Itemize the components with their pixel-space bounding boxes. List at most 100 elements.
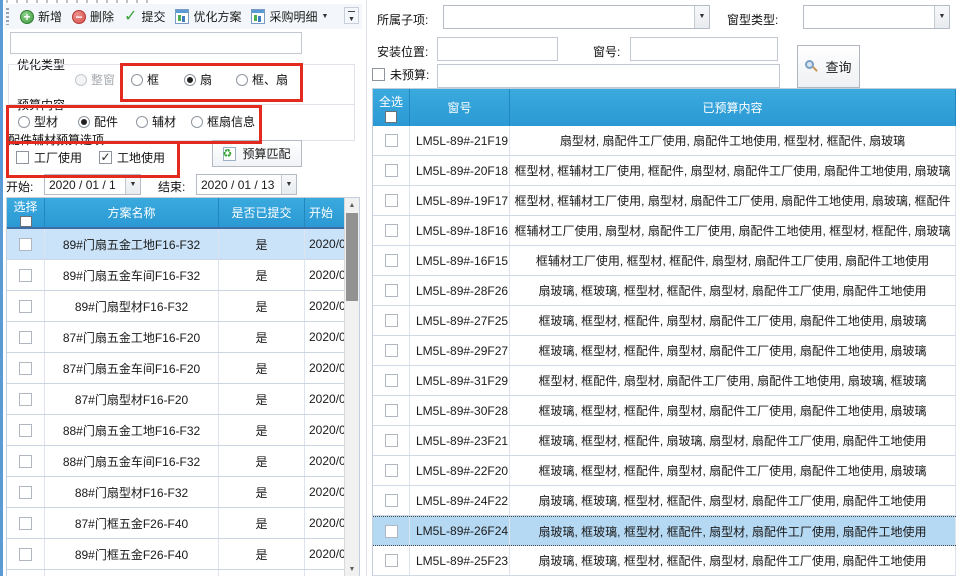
query-button[interactable]: 查询: [797, 45, 860, 88]
plan-table-row[interactable]: 88#门扇五金工地F16-F32是2020/0: [7, 415, 359, 446]
row-checkbox[interactable]: [19, 517, 32, 530]
row-checkbox[interactable]: [385, 525, 398, 538]
window-table-row[interactable]: LM5L-89#-24F22扇玻璃, 框玻璃, 框型材, 框配件, 扇型材, 扇…: [373, 486, 956, 516]
scroll-up-icon[interactable]: ▲: [345, 198, 359, 213]
plan-table-row[interactable]: 87#门扇型材F16-F20是2020/0: [7, 384, 359, 415]
row-checkbox[interactable]: [385, 344, 398, 357]
row-checkbox[interactable]: [385, 284, 398, 297]
panel-splitter[interactable]: [366, 0, 367, 576]
scroll-down-icon[interactable]: ▼: [345, 562, 359, 576]
window-no-header[interactable]: 窗号: [410, 89, 510, 126]
row-checkbox[interactable]: [19, 269, 32, 282]
row-checkbox[interactable]: [19, 455, 32, 468]
radio-sash[interactable]: 扇: [184, 71, 212, 88]
window-table-row[interactable]: LM5L-89#-22F20框玻璃, 框型材, 框配件, 扇型材, 扇配件工厂使…: [373, 456, 956, 486]
budgeted-content-header[interactable]: 已预算内容: [510, 89, 956, 126]
row-checkbox[interactable]: [385, 164, 398, 177]
scrollbar-thumb[interactable]: [346, 213, 358, 301]
row-checkbox[interactable]: [385, 554, 398, 567]
dropdown-button[interactable]: ▼: [281, 175, 296, 194]
toolbar-grip-handle[interactable]: [6, 8, 9, 25]
window-table-row[interactable]: LM5L-89#-16F15框辅材工厂使用, 框型材, 框配件, 扇型材, 扇配…: [373, 246, 956, 276]
row-checkbox[interactable]: [19, 362, 32, 375]
add-button[interactable]: + 新增: [15, 6, 67, 27]
window-table-row[interactable]: LM5L-89#-28F26扇玻璃, 框玻璃, 框型材, 框配件, 扇型材, 扇…: [373, 276, 956, 306]
row-checkbox[interactable]: [19, 393, 32, 406]
no-budget-checkbox[interactable]: 未预算:: [372, 66, 429, 83]
dropdown-button[interactable]: ▼: [694, 6, 709, 28]
window-table-row[interactable]: LM5L-89#-26F24扇玻璃, 框玻璃, 框型材, 框配件, 扇型材, 扇…: [373, 516, 956, 546]
site-use-checkbox[interactable]: ✓ 工地使用: [99, 149, 165, 166]
row-checkbox[interactable]: [385, 434, 398, 447]
row-checkbox[interactable]: [19, 486, 32, 499]
row-checkbox[interactable]: [385, 494, 398, 507]
row-checkbox[interactable]: [19, 331, 32, 344]
plan-table-row[interactable]: 87#门扇五金车间F16-F20是2020/0: [7, 353, 359, 384]
window-table-row[interactable]: LM5L-89#-18F16框辅材工厂使用, 扇型材, 扇配件工厂使用, 扇配件…: [373, 216, 956, 246]
row-checkbox[interactable]: [385, 404, 398, 417]
install-position-input[interactable]: [437, 37, 558, 61]
plan-table-row[interactable]: 87#门扇五金工地F16-F20是2020/0: [7, 322, 359, 353]
purchase-label: 采购明细: [269, 8, 317, 25]
plan-name-header[interactable]: 方案名称: [45, 198, 219, 227]
plan-table-row[interactable]: 89#门扇五金车间F16-F32是2020/0: [7, 260, 359, 291]
radio-accessory[interactable]: 配件: [78, 113, 118, 130]
row-checkbox[interactable]: [19, 300, 32, 313]
plan-table-row[interactable]: 88#门框五金F21-F40是2020/0: [7, 570, 359, 576]
window-table-row[interactable]: LM5L-89#-20F18框型材, 框辅材工厂使用, 框配件, 扇型材, 扇配…: [373, 156, 956, 186]
submitted-header[interactable]: 是否已提交: [219, 198, 305, 227]
dropdown-button[interactable]: ▼: [125, 175, 140, 194]
header-checkbox[interactable]: [20, 216, 32, 227]
window-table-row[interactable]: LM5L-89#-23F21框玻璃, 框型材, 框配件, 扇玻璃, 扇型材, 扇…: [373, 426, 956, 456]
start-date-picker[interactable]: 2020 / 01 / 1 ▼: [44, 174, 141, 195]
window-table-row[interactable]: LM5L-89#-31F29框型材, 框配件, 扇型材, 扇配件工厂使用, 扇配…: [373, 366, 956, 396]
optimize-plan-button[interactable]: 优化方案: [170, 6, 246, 27]
sub-item-combobox[interactable]: ▼: [443, 5, 710, 29]
toolbar-overflow-button[interactable]: ▼: [344, 7, 359, 24]
row-checkbox[interactable]: [19, 548, 32, 561]
window-table-row[interactable]: LM5L-89#-25F23扇玻璃, 框玻璃, 框型材, 框配件, 扇型材, 扇…: [373, 546, 956, 576]
select-all-header[interactable]: 全选: [373, 89, 410, 126]
window-table-row[interactable]: LM5L-89#-19F17框型材, 框辅材工厂使用, 扇型材, 扇配件工厂使用…: [373, 186, 956, 216]
end-date-picker[interactable]: 2020 / 01 / 13 ▼: [196, 174, 297, 195]
delete-button[interactable]: − 删除: [67, 6, 119, 27]
submit-button[interactable]: ✓ 提交: [119, 6, 170, 27]
plan-table-row[interactable]: 88#门扇五金车间F16-F32是2020/0: [7, 446, 359, 477]
purchase-detail-button[interactable]: 采购明细 ▼: [246, 6, 333, 27]
plan-table-row[interactable]: 87#门框五金F26-F40是2020/0: [7, 508, 359, 539]
header-checkbox[interactable]: [385, 111, 397, 123]
window-table-row[interactable]: LM5L-89#-21F19扇型材, 扇配件工厂使用, 扇配件工地使用, 框型材…: [373, 126, 956, 156]
row-checkbox[interactable]: [19, 238, 32, 251]
row-checkbox[interactable]: [385, 254, 398, 267]
row-checkbox[interactable]: [385, 464, 398, 477]
radio-auxiliary[interactable]: 辅材: [136, 113, 176, 130]
no-budget-input[interactable]: [437, 64, 780, 88]
radio-frame[interactable]: 框: [131, 71, 159, 88]
factory-use-checkbox[interactable]: 工厂使用: [16, 149, 82, 166]
row-checkbox[interactable]: [385, 374, 398, 387]
plan-table-row[interactable]: 88#门扇型材F16-F32是2020/0: [7, 477, 359, 508]
plan-table-row[interactable]: 89#门扇型材F16-F32是2020/0: [7, 291, 359, 322]
row-checkbox[interactable]: [385, 314, 398, 327]
row-checkbox[interactable]: [19, 424, 32, 437]
vertical-scrollbar[interactable]: ▲ ▼: [344, 198, 359, 576]
row-checkbox-cell: [373, 456, 410, 485]
window-table-row[interactable]: LM5L-89#-30F28框玻璃, 框型材, 框配件, 扇型材, 扇配件工厂使…: [373, 396, 956, 426]
radio-frame-sash-info[interactable]: 框扇信息: [191, 113, 255, 130]
plan-table-row[interactable]: 89#门扇五金工地F16-F32是2020/0: [7, 229, 359, 260]
row-checkbox[interactable]: [385, 194, 398, 207]
window-table-row[interactable]: LM5L-89#-27F25框玻璃, 框型材, 框配件, 扇型材, 扇配件工厂使…: [373, 306, 956, 336]
window-type-combobox[interactable]: ▼: [803, 5, 950, 29]
radio-profile[interactable]: 型材: [18, 113, 58, 130]
select-all-header[interactable]: 选择: [7, 198, 45, 227]
window-no-input[interactable]: [630, 37, 778, 61]
row-checkbox[interactable]: [385, 134, 398, 147]
dropdown-button[interactable]: ▼: [934, 6, 949, 28]
row-checkbox-cell: [7, 539, 45, 569]
row-checkbox[interactable]: [385, 224, 398, 237]
plan-table-row[interactable]: 89#门框五金F26-F40是2020/0: [7, 539, 359, 570]
radio-frame-sash[interactable]: 框、扇: [236, 71, 288, 88]
budget-match-button[interactable]: ♻ 预算匹配: [212, 140, 302, 167]
plan-filter-input[interactable]: [10, 32, 302, 54]
window-table-row[interactable]: LM5L-89#-29F27框玻璃, 框型材, 框配件, 扇型材, 扇配件工厂使…: [373, 336, 956, 366]
